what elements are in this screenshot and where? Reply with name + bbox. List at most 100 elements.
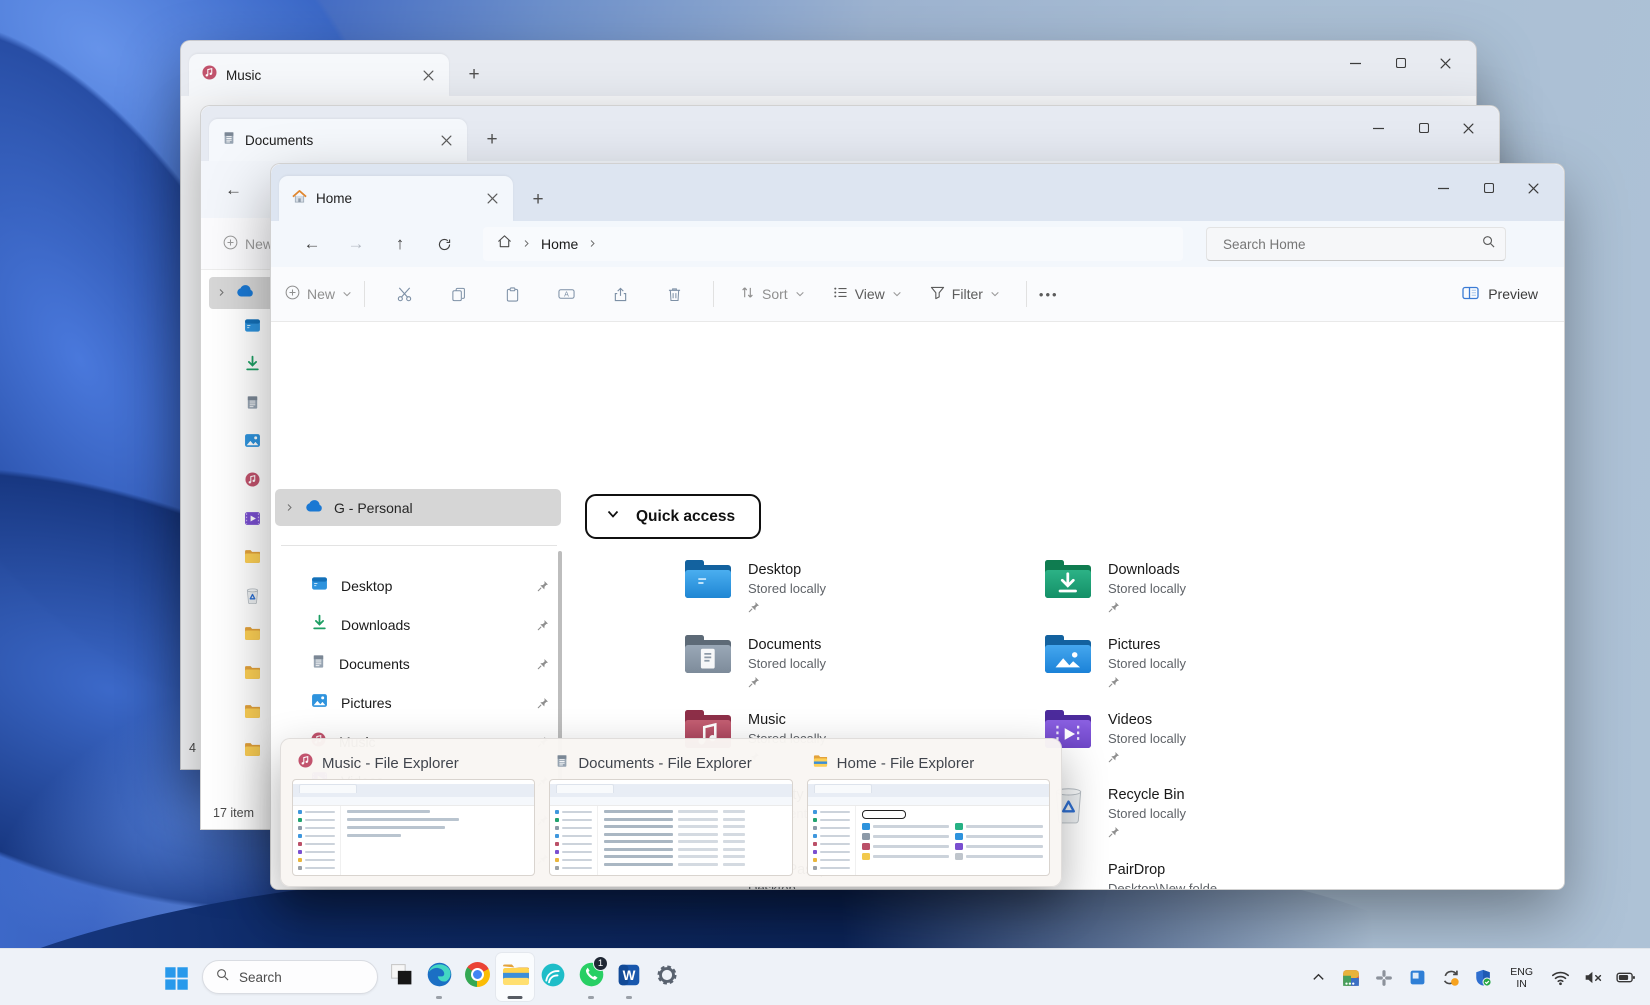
copy-button[interactable] [446, 287, 470, 302]
documents-tab[interactable]: Documents [209, 119, 467, 161]
documents-sidebar-folder-icon[interactable] [243, 741, 261, 759]
tray-icon-slack[interactable] [1374, 968, 1394, 988]
home-maximize-button[interactable] [1466, 172, 1511, 204]
quick-access-item-videos[interactable]: VideosStored locally [1045, 705, 1355, 777]
taskbar-app-word[interactable]: W [610, 953, 648, 1001]
documents-close-button[interactable] [1446, 112, 1491, 144]
quick-access-item-text: DesktopStored locally [748, 555, 826, 627]
view-button[interactable]: View [833, 286, 902, 302]
quick-access-item-text: Recycle BinStored locally [1108, 780, 1186, 852]
refresh-button[interactable] [429, 229, 459, 259]
language-indicator[interactable]: ENGIN [1506, 966, 1537, 990]
quick-access-item-downloads[interactable]: DownloadsStored locally [1045, 555, 1355, 627]
taskbar-app-whatsapp[interactable]: 1 [572, 953, 610, 1001]
back-button[interactable]: ← [297, 229, 327, 259]
tray-icon-wifi[interactable] [1550, 968, 1570, 988]
pin-icon [748, 601, 826, 615]
more-options-button[interactable]: ••• [1039, 287, 1059, 302]
documents-sidebar-folder-icon[interactable] [243, 625, 261, 643]
sort-button-label: Sort [762, 286, 788, 302]
back-button[interactable]: ← [225, 180, 242, 200]
documents-minimize-button[interactable] [1356, 112, 1401, 144]
sidebar-item-pictures[interactable]: Pictures [285, 685, 561, 721]
sidebar-item-documents[interactable]: Documents [285, 646, 561, 682]
preview-toggle-button[interactable]: Preview [1462, 286, 1538, 303]
taskbar-app-explorer[interactable] [496, 953, 534, 1001]
chrome-icon [465, 962, 490, 992]
home-tab-close-icon[interactable] [481, 188, 503, 210]
taskbar-app-photos[interactable] [382, 953, 420, 1001]
new-button[interactable]: New [285, 285, 352, 303]
start-button[interactable] [160, 962, 192, 994]
documents-tab-close-icon[interactable] [435, 129, 457, 151]
documents-sidebar-pictures-icon[interactable] [243, 432, 261, 450]
breadcrumb-home-icon[interactable] [497, 234, 512, 254]
tray-icon-battery[interactable] [1616, 968, 1636, 988]
music-tab-close-icon[interactable] [417, 64, 439, 86]
quick-access-item-desktop[interactable]: DesktopStored locally [685, 555, 995, 627]
tray-icon-defender[interactable] [1473, 968, 1493, 988]
cut-button[interactable] [392, 286, 416, 302]
music-new-tab-button[interactable]: + [459, 60, 489, 90]
item-name: Pictures [1108, 636, 1186, 655]
preview-card-documents-file-explorer[interactable]: Documents - File Explorer [546, 745, 795, 878]
taskbar-app-edge[interactable] [420, 953, 458, 1001]
quick-access-item-documents[interactable]: DocumentsStored locally [685, 630, 995, 702]
preview-card-music-file-explorer[interactable]: Music - File Explorer [289, 745, 538, 878]
documents-sidebar-downloads-icon[interactable] [243, 355, 261, 373]
desktop: Music + 4 Documents + ← [0, 0, 1650, 1005]
taskbar-app-shareit[interactable] [534, 953, 572, 1001]
share-button[interactable] [608, 287, 632, 302]
quick-access-item-pictures[interactable]: PicturesStored locally [1045, 630, 1355, 702]
tray-icon-blue-app[interactable] [1407, 968, 1427, 988]
home-tab[interactable]: Home [279, 176, 513, 221]
documents-sidebar-recycle-icon[interactable] [243, 586, 261, 604]
documents-sidebar-music-icon[interactable] [243, 470, 261, 488]
music-window-tabbar: Music + [181, 41, 1476, 96]
taskbar-app-settings[interactable] [648, 953, 686, 1001]
music-tab[interactable]: Music [189, 54, 449, 96]
documents-new-button-label[interactable]: New [245, 236, 273, 252]
forward-button[interactable]: → [341, 229, 371, 259]
documents-sidebar-folder-icon[interactable] [243, 548, 261, 566]
breadcrumb-item-home[interactable]: Home [541, 236, 578, 252]
tray-icon-sync[interactable] [1440, 968, 1460, 988]
documents-sidebar-folder-icon[interactable] [243, 702, 261, 720]
item-subtitle: Stored locally [748, 655, 826, 673]
thumbnail-content [341, 806, 534, 876]
search-input[interactable] [1221, 236, 1482, 253]
taskbar-search-button[interactable]: Search [202, 960, 378, 994]
documents-sidebar-folder-icon[interactable] [243, 663, 261, 681]
sidebar-item-onedrive[interactable]: G - Personal [275, 489, 561, 526]
language-line1: ENG [1510, 966, 1533, 978]
music-close-button[interactable] [1423, 47, 1468, 79]
sort-button[interactable]: Sort [740, 285, 805, 303]
rename-button[interactable]: A [554, 287, 578, 301]
tray-expand-icon[interactable] [1308, 968, 1328, 988]
quick-access-item-pairdrop[interactable]: PairDropDesktop\New folde... [1045, 855, 1355, 890]
documents-new-tab-button[interactable]: + [477, 125, 507, 155]
home-new-tab-button[interactable]: + [523, 185, 553, 215]
search-icon[interactable] [1482, 235, 1495, 253]
preview-card-home-file-explorer[interactable]: Home - File Explorer [804, 745, 1053, 878]
documents-sidebar-videos-icon[interactable] [243, 509, 261, 527]
tray-icon-volume-mute[interactable] [1583, 968, 1603, 988]
up-button[interactable]: ↑ [385, 229, 415, 259]
taskbar-app-chrome[interactable] [458, 953, 496, 1001]
documents-sidebar-documents-icon[interactable] [243, 393, 261, 411]
music-minimize-button[interactable] [1333, 47, 1378, 79]
home-close-button[interactable] [1511, 172, 1556, 204]
delete-button[interactable] [662, 287, 686, 302]
quick-access-item-recycle-bin[interactable]: Recycle BinStored locally [1045, 780, 1355, 852]
quick-access-section-header[interactable]: Quick access [585, 494, 761, 539]
documents-sidebar-desktop-icon[interactable] [243, 316, 261, 334]
paste-button[interactable] [500, 287, 524, 302]
edge-icon [426, 961, 453, 993]
music-maximize-button[interactable] [1378, 47, 1423, 79]
sidebar-item-downloads[interactable]: Downloads [285, 607, 561, 643]
filter-button[interactable]: Filter [930, 286, 1000, 303]
sidebar-item-desktop[interactable]: Desktop [285, 568, 561, 604]
tray-icon-photos-color[interactable] [1341, 968, 1361, 988]
documents-maximize-button[interactable] [1401, 112, 1446, 144]
home-minimize-button[interactable] [1421, 172, 1466, 204]
